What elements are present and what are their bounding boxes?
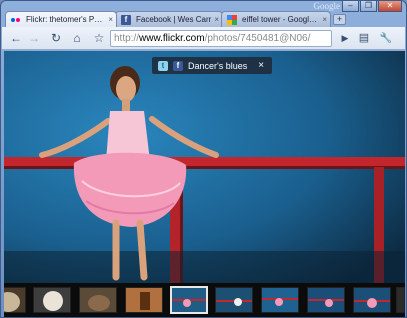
facebook-icon[interactable]: f — [173, 60, 183, 71]
thumb-partial[interactable] — [396, 287, 405, 313]
close-icon[interactable]: × — [258, 60, 264, 71]
thumb-dog[interactable] — [4, 287, 26, 313]
thumb-dancer-4[interactable] — [307, 287, 345, 313]
window-controls: ‒ ❐ ✕ — [342, 1, 402, 12]
address-bar[interactable]: http://www.flickr.com/photos/7450481@N06… — [110, 30, 332, 47]
go-button[interactable]: ▶ — [337, 31, 353, 46]
url-scheme: http:// — [114, 33, 140, 44]
tab-title: Facebook | Wes Carr — [136, 15, 212, 24]
maximize-button[interactable]: ❐ — [360, 1, 377, 12]
thumb-dancer-selected[interactable] — [170, 286, 208, 314]
reload-button[interactable]: ↻ — [48, 31, 64, 46]
thumb-dancer-3[interactable] — [261, 287, 299, 313]
tab-flickr[interactable]: Flickr: thetomer's P… × — [5, 11, 117, 27]
tab-title: Flickr: thetomer's P… — [26, 15, 103, 24]
forward-button[interactable]: → — [26, 31, 42, 46]
close-window-button[interactable]: ✕ — [378, 1, 402, 12]
browser-brand: Google — [313, 1, 341, 11]
tab-google[interactable]: eiffel tower - Googl… × — [221, 11, 331, 27]
url-path: /photos/7450481@N06/ — [204, 33, 311, 44]
toolbar: ← → ↻ ⌂ ☆ http://www.flickr.com/photos/7… — [2, 27, 405, 50]
tab-title: eiffel tower - Googl… — [242, 15, 317, 24]
filmstrip — [4, 283, 405, 317]
home-button[interactable]: ⌂ — [69, 31, 85, 46]
google-icon — [227, 15, 237, 25]
thumb-poodle[interactable] — [33, 287, 71, 313]
tab-strip: Flickr: thetomer's P… × f Facebook | Wes… — [5, 11, 346, 27]
tools-menu-button[interactable]: 🔧 — [378, 31, 394, 46]
page-content: t f Dancer's blues × — [4, 51, 405, 317]
dancer-photo — [4, 51, 405, 283]
twitter-icon[interactable]: t — [158, 60, 168, 71]
bookmark-star-icon[interactable]: ☆ — [91, 31, 107, 46]
close-icon[interactable]: × — [322, 12, 327, 27]
close-icon[interactable]: × — [108, 12, 113, 27]
page-menu-button[interactable]: ▤ — [356, 31, 372, 46]
main-photo[interactable]: t f Dancer's blues × — [4, 51, 405, 283]
photo-title: Dancer's blues — [188, 60, 248, 71]
thumb-figure[interactable] — [125, 287, 163, 313]
new-tab-button[interactable]: + — [333, 14, 346, 25]
photo-caption-bar: t f Dancer's blues × — [152, 57, 273, 74]
facebook-icon: f — [121, 15, 131, 25]
back-button[interactable]: ← — [8, 31, 24, 46]
thumb-dancer-2[interactable] — [215, 287, 253, 313]
tab-facebook[interactable]: f Facebook | Wes Carr × — [115, 11, 223, 27]
flickr-icon — [11, 15, 21, 25]
thumb-dog-2[interactable] — [79, 287, 117, 313]
thumb-dancer-5[interactable] — [353, 287, 391, 313]
url-host: www.flickr.com — [139, 33, 205, 44]
close-icon[interactable]: × — [214, 12, 219, 27]
browser-window: Google ‒ ❐ ✕ Flickr: thetomer's P… × f F… — [0, 0, 407, 318]
